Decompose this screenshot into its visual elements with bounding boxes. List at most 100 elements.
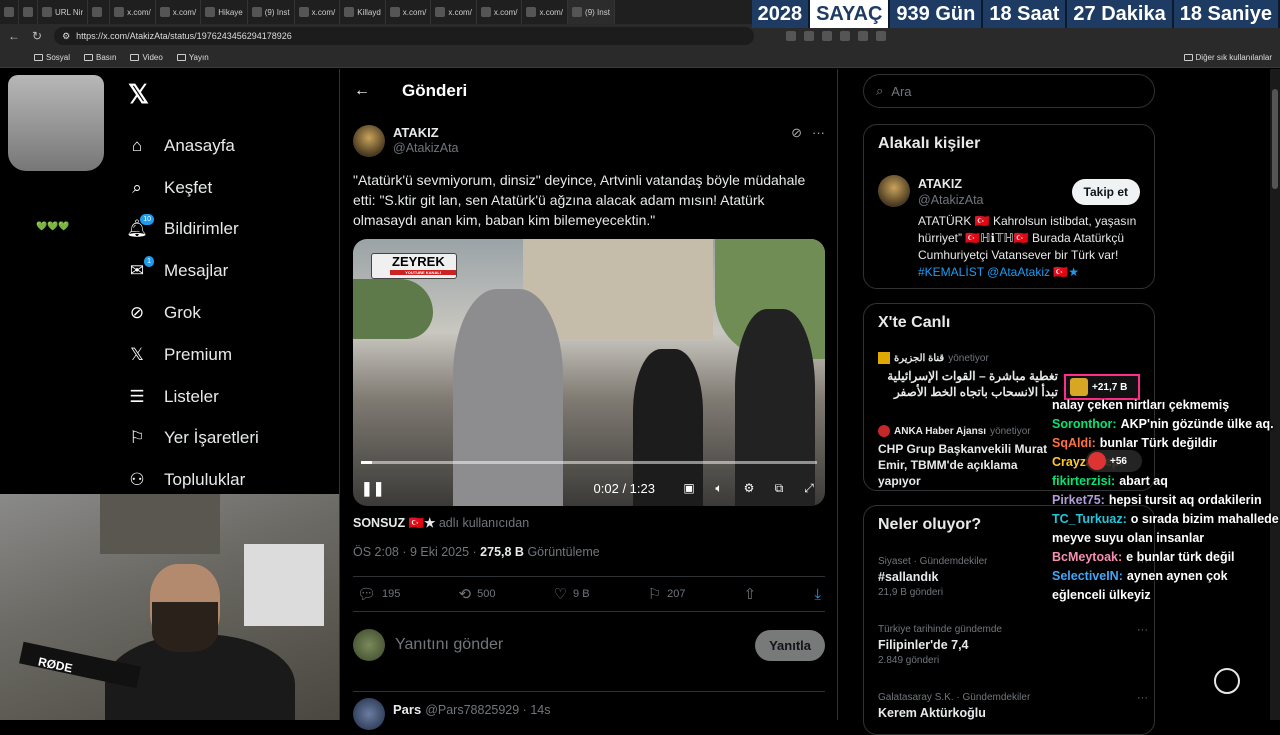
tab-actions-button[interactable] <box>19 0 38 24</box>
live-source-name: ANKA Haber Ajansı <box>894 425 987 437</box>
tab-favicon-icon <box>435 7 446 17</box>
browser-tab[interactable]: (9) Inst <box>568 0 615 24</box>
video-progress-bar[interactable] <box>361 461 817 464</box>
other-bookmarks[interactable]: Diğer sık kullanılanlar <box>1183 53 1272 62</box>
grok-icon[interactable]: ⊘ <box>791 125 802 141</box>
nav-item[interactable]: 𝕏 Premium <box>126 334 259 376</box>
nav-label: Yer İşaretleri <box>164 428 259 448</box>
user-avatar[interactable] <box>353 629 385 661</box>
captions-icon[interactable]: ▣ <box>681 480 697 496</box>
next-reply[interactable]: Pars @Pars78825929 · 14s <box>353 691 825 730</box>
author-handle[interactable]: @AtakizAta <box>393 141 459 155</box>
bookmark-folder[interactable]: Yayın <box>176 53 209 62</box>
tab-label: Hikaye <box>218 7 243 17</box>
post-engagement-bar: 💬︎ 195 ⟲ 500 ♡ 9 B ⚐ 207 ⇧ ⤓ <box>353 576 825 612</box>
video-logo-text: ZEYREK <box>392 254 445 269</box>
tab-favicon-icon <box>114 7 125 17</box>
live-item[interactable]: ANKA Haber Ajansı yönetiyor CHP Grup Başk… <box>878 425 1058 489</box>
workspaces-button[interactable] <box>0 0 19 24</box>
download-button[interactable]: ⤓ <box>814 586 821 603</box>
tab-favicon-icon <box>92 7 103 17</box>
tab-favicon-icon <box>159 7 170 17</box>
related-bio-tags[interactable]: #KEMALİST @AtaAtakiz 🇹🇷★ <box>918 265 1079 279</box>
browser-tab[interactable]: Hikaye <box>201 0 248 24</box>
back-nav-icon[interactable]: ← <box>8 29 20 43</box>
tab-favicon-icon <box>526 7 537 17</box>
bookmark-folder[interactable]: Basın <box>84 53 116 62</box>
tab-favicon-icon <box>251 7 262 17</box>
browser-tab[interactable]: x.com/ <box>295 0 341 24</box>
extension-icon[interactable] <box>858 31 869 41</box>
extension-icon[interactable] <box>840 31 851 41</box>
bookmark-folder[interactable]: Sosyal <box>34 53 70 62</box>
extension-icon[interactable] <box>876 31 887 41</box>
nav-item[interactable]: ✉ 1 Mesajlar <box>126 250 259 292</box>
like-button[interactable]: ♡ 9 B <box>554 585 590 603</box>
reply-input[interactable]: Yanıtını gönder <box>395 636 503 654</box>
video-source-user[interactable]: SONSUZ 🇹🇷★ <box>353 516 435 530</box>
scrollbar-thumb[interactable] <box>1272 89 1278 189</box>
nav-item[interactable]: ⚐ Yer İşaretleri <box>126 418 259 460</box>
extension-icon[interactable] <box>786 31 797 41</box>
pause-icon[interactable]: ❚❚ <box>361 480 384 497</box>
x-logo-icon[interactable]: 𝕏 <box>128 79 149 110</box>
search-box[interactable]: ⌕ Ara <box>863 74 1155 108</box>
chat-message: SqAldi: bunlar Türk değildir <box>1052 434 1280 453</box>
repost-button[interactable]: ⟲ 500 <box>459 585 496 603</box>
page-title: Gönderi <box>402 81 468 100</box>
fullscreen-icon[interactable]: ⤢ <box>801 480 817 496</box>
browser-tab[interactable]: (9) Inst <box>248 0 295 24</box>
browser-tab[interactable]: x.com/ <box>386 0 432 24</box>
related-people-card: Alakalı kişiler ATAKIZ @AtakizAta Takip … <box>863 124 1155 289</box>
browser-tab[interactable]: Killayd <box>340 0 386 24</box>
reply-button[interactable]: 💬︎ 195 <box>357 585 400 603</box>
extension-icon[interactable] <box>804 31 815 41</box>
cup-overlay-text: 💚💚💚 <box>36 221 70 231</box>
pip-icon[interactable]: ⧉ <box>771 480 787 496</box>
chat-username: BcMeytoak: <box>1052 550 1123 564</box>
browser-tab[interactable]: x.com/ <box>431 0 477 24</box>
url-field[interactable]: ⚙ https://x.com/AtakizAta/status/1976243… <box>54 27 755 45</box>
extension-icon[interactable] <box>822 31 833 41</box>
browser-tab[interactable]: x.com/ <box>156 0 202 24</box>
volume-icon[interactable]: 🔈︎ <box>711 480 727 496</box>
nav-label: Listeler <box>164 386 219 406</box>
folder-icon <box>34 54 43 61</box>
video-player[interactable]: ZEYREK YOUTUBE KANALI ❚❚ 0:02 / 1:23 ▣ 🔈︎… <box>353 239 825 506</box>
related-avatar[interactable] <box>878 175 910 207</box>
communities-icon: ⚇ <box>129 470 145 490</box>
live-item[interactable]: قناة الجزيرة yönetiyor تغطية مباشرة – الق… <box>878 352 1058 400</box>
nav-item[interactable]: ⌕ Keşfet <box>126 167 259 209</box>
reply-submit-button[interactable]: Yanıtla <box>755 629 825 661</box>
counter-days: 939 Gün <box>890 0 984 28</box>
more-options-icon[interactable]: ··· <box>812 125 825 141</box>
nav-item[interactable]: ⊘ Grok <box>126 292 259 334</box>
share-button[interactable]: ⇧ <box>744 585 757 603</box>
browser-tab[interactable]: x.com/ <box>477 0 523 24</box>
nav-item[interactable]: ⌂ Anasayfa <box>126 125 259 167</box>
site-info-icon[interactable]: ⚙ <box>62 31 70 42</box>
post-timestamp[interactable]: ÖS 2:08 · 9 Eki 2025 · <box>353 545 477 559</box>
nav-item[interactable]: ☰ Listeler <box>126 376 259 418</box>
reload-icon[interactable]: ↻ <box>32 29 42 43</box>
bookmark-folder[interactable]: Video <box>130 53 163 62</box>
browser-tab[interactable]: x.com/ <box>522 0 569 24</box>
settings-icon[interactable]: ⚙ <box>741 480 757 496</box>
bookmark-button[interactable]: ⚐ 207 <box>648 585 686 603</box>
follow-button[interactable]: Takip et <box>1071 179 1140 205</box>
author-name[interactable]: ATAKIZ <box>393 125 439 140</box>
back-arrow-icon[interactable]: ← <box>354 82 370 100</box>
author-avatar[interactable] <box>353 125 385 157</box>
browser-tab[interactable]: URL Nir <box>38 0 89 24</box>
browser-tab[interactable] <box>88 0 111 24</box>
search-icon: ⌕ <box>876 83 884 98</box>
related-name[interactable]: ATAKIZ <box>918 177 962 191</box>
reply-author-name[interactable]: Pars <box>393 702 421 717</box>
video-scene-tree <box>353 279 433 339</box>
reply-avatar[interactable] <box>353 697 385 730</box>
post-column: ← Gönderi ATAKIZ @AtakizAta ⊘ ··· "Atatü… <box>339 69 838 730</box>
browser-tab[interactable]: x.com/ <box>110 0 156 24</box>
nav-item[interactable]: 🔔︎ 10 Bildirimler <box>126 209 259 251</box>
related-handle[interactable]: @AtakizAta <box>918 193 984 207</box>
chat-text: AKP'nin gözünde ülke aq. <box>1120 417 1274 431</box>
